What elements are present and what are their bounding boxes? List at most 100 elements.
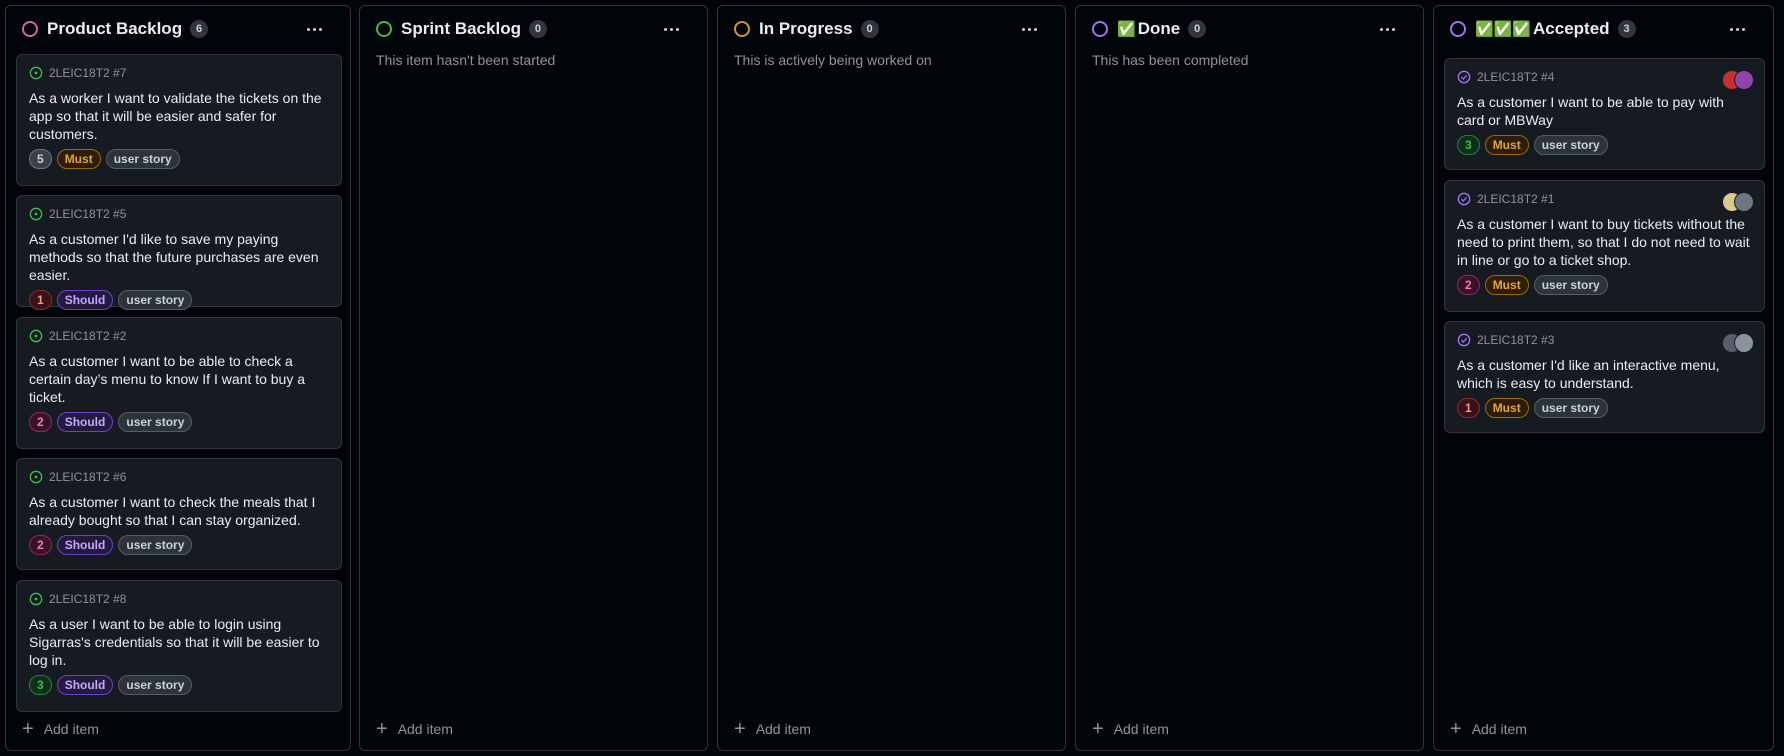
priority-label[interactable]: Should [56,412,114,432]
column-done: ✅ Done 0 This has been completed + Add i… [1075,5,1424,751]
points-label[interactable]: 1 [29,290,52,310]
type-label[interactable]: user story [1533,135,1608,155]
column-menu-button[interactable] [1723,18,1751,40]
column-menu-button[interactable] [1373,18,1401,40]
avatar[interactable] [1734,192,1754,212]
column-in-progress: In Progress 0 This is actively being wor… [717,5,1066,751]
add-item-button[interactable]: + Add item [376,718,453,740]
type-label[interactable]: user story [118,412,193,432]
points-label[interactable]: 3 [29,675,52,695]
issue-title[interactable]: As a customer I want to check the meals … [29,493,329,529]
dot-icon [1729,27,1733,31]
issue-ref[interactable]: 2LEIC18T2 #2 [49,329,126,343]
issue-title[interactable]: As a customer I want to buy tickets with… [1457,215,1752,269]
check-mark-icon: ✅ [1117,21,1136,38]
assignees [1722,192,1754,212]
points-label[interactable]: 1 [1457,398,1480,418]
issue-card[interactable]: 2LEIC18T2 #1 As a customer I want to buy… [1444,180,1765,312]
dot-icon [1033,27,1037,31]
plus-icon: + [376,718,388,740]
points-label[interactable]: 2 [1457,275,1480,295]
issue-ref[interactable]: 2LEIC18T2 #5 [49,207,126,221]
points-label[interactable]: 3 [1457,135,1480,155]
open-issue-icon [29,66,43,80]
priority-label[interactable]: Must [56,149,101,169]
column-description: This item hasn't been started [376,52,556,68]
priority-label[interactable]: Should [56,675,114,695]
dot-icon [1379,27,1383,31]
add-item-button[interactable]: + Add item [1450,718,1527,740]
issue-card[interactable]: 2LEIC18T2 #2 As a customer I want to be … [16,317,342,449]
issue-title[interactable]: As a customer I'd like an interactive me… [1457,356,1752,392]
add-item-label: Add item [755,721,811,737]
add-item-button[interactable]: + Add item [734,718,811,740]
assignees [1722,70,1754,90]
dot-icon [1735,27,1739,31]
count-badge: 3 [1617,20,1636,38]
points-label[interactable]: 2 [29,535,52,555]
priority-label[interactable]: Should [56,535,114,555]
issue-card[interactable]: 2LEIC18T2 #3 As a customer I'd like an i… [1444,321,1765,433]
issue-title[interactable]: As a customer I'd like to save my paying… [29,230,329,284]
closed-issue-icon [1457,70,1471,84]
avatar[interactable] [1734,70,1754,90]
column-title: Accepted [1533,19,1610,38]
issue-ref[interactable]: 2LEIC18T2 #7 [49,66,126,80]
points-label[interactable]: 5 [29,149,52,169]
dot-icon [1027,27,1031,31]
column-product-backlog: Product Backlog 6 2LEIC18T2 #7 As a work… [5,5,351,751]
issue-ref[interactable]: 2LEIC18T2 #6 [49,470,126,484]
issue-card[interactable]: 2LEIC18T2 #8 As a user I want to be able… [16,580,342,712]
issue-card[interactable]: 2LEIC18T2 #6 As a customer I want to che… [16,458,342,570]
count-badge: 6 [190,20,209,38]
issue-card[interactable]: 2LEIC18T2 #5 As a customer I'd like to s… [16,195,342,310]
open-issue-icon [29,207,43,221]
type-label[interactable]: user story [1533,398,1608,418]
column-header: In Progress 0 [718,6,1065,52]
issue-title[interactable]: As a customer I want to be able to check… [29,352,329,406]
column-description: This is actively being worked on [734,52,932,68]
type-label[interactable]: user story [118,675,193,695]
type-label[interactable]: user story [105,149,180,169]
dot-icon [1391,27,1395,31]
issue-card[interactable]: 2LEIC18T2 #4 As a customer I want to be … [1444,58,1765,170]
status-ring-icon [734,21,750,37]
type-label[interactable]: user story [118,535,193,555]
add-item-button[interactable]: + Add item [1092,718,1169,740]
avatar[interactable] [1734,333,1754,353]
dot-icon [1385,27,1389,31]
issue-card[interactable]: 2LEIC18T2 #7 As a worker I want to valid… [16,54,342,186]
column-menu-button[interactable] [1015,18,1043,40]
issue-title[interactable]: As a user I want to be able to login usi… [29,615,329,669]
column-menu-button[interactable] [300,18,328,40]
issue-title[interactable]: As a worker I want to validate the ticke… [29,89,329,143]
plus-icon: + [22,718,34,740]
issue-ref[interactable]: 2LEIC18T2 #3 [1477,333,1554,347]
column-title: Sprint Backlog [401,19,521,38]
status-ring-icon [22,21,38,37]
priority-label[interactable]: Must [1484,135,1529,155]
priority-label[interactable]: Should [56,290,114,310]
add-item-label: Add item [43,721,99,737]
column-menu-button[interactable] [657,18,685,40]
issue-ref[interactable]: 2LEIC18T2 #1 [1477,192,1554,206]
column-accepted: ✅✅✅ Accepted 3 2LEIC18T2 #4 As a custome… [1433,5,1774,751]
dot-icon [669,27,673,31]
plus-icon: + [1092,718,1104,740]
points-label[interactable]: 2 [29,412,52,432]
add-item-button[interactable]: + Add item [22,718,99,740]
priority-label[interactable]: Must [1484,398,1529,418]
plus-icon: + [1450,718,1462,740]
issue-title[interactable]: As a customer I want to be able to pay w… [1457,93,1752,129]
dot-icon [1021,27,1025,31]
dot-icon [675,27,679,31]
open-issue-icon [29,470,43,484]
issue-ref[interactable]: 2LEIC18T2 #4 [1477,70,1554,84]
assignees [1722,333,1754,353]
type-label[interactable]: user story [118,290,193,310]
issue-ref[interactable]: 2LEIC18T2 #8 [49,592,126,606]
column-sprint-backlog: Sprint Backlog 0 This item hasn't been s… [359,5,708,751]
priority-label[interactable]: Must [1484,275,1529,295]
dot-icon [312,27,316,31]
type-label[interactable]: user story [1533,275,1608,295]
